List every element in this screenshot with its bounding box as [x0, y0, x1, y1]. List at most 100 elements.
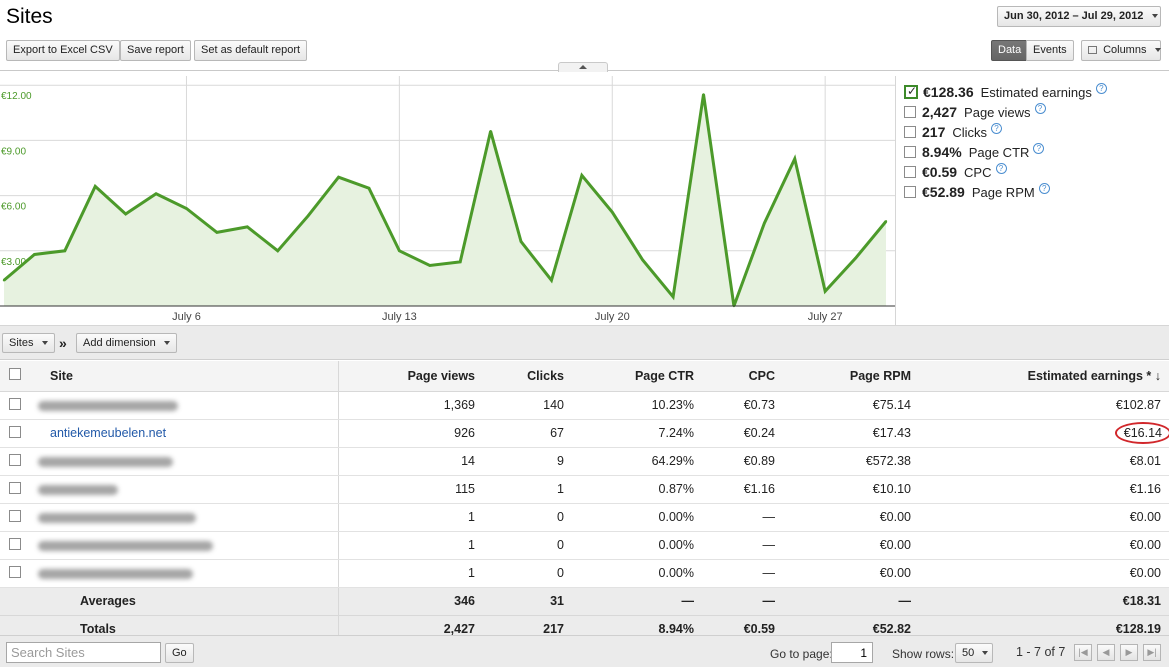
metric-label: Clicks	[952, 124, 988, 140]
earnings-area	[4, 94, 886, 307]
col-site[interactable]: Site	[35, 361, 339, 392]
page-number-input[interactable]	[831, 642, 873, 663]
sites-dimension-button[interactable]: Sites	[2, 333, 55, 353]
metric-label: CPC	[964, 164, 992, 180]
search-sites-input[interactable]	[6, 642, 161, 663]
col-page-rpm[interactable]: Page RPM	[783, 361, 919, 392]
table-cell: 115	[338, 475, 483, 504]
cell-value: 1,369	[443, 398, 475, 412]
prev-page-button[interactable]: ◀	[1097, 644, 1115, 661]
metric-label: Estimated earnings	[980, 84, 1092, 100]
help-icon[interactable]: ?	[1034, 102, 1046, 114]
data-point	[367, 187, 371, 190]
set-default-report-button[interactable]: Set as default report	[194, 40, 308, 61]
cell-value: €102.87	[1115, 398, 1161, 412]
table-cell: €0.00	[783, 559, 919, 588]
row-select-cell	[0, 531, 35, 560]
chevron-down-icon	[41, 341, 48, 346]
col-estimated-earnings[interactable]: Estimated earnings * ↓	[919, 361, 1169, 392]
rows-per-page-select[interactable]: 50	[955, 643, 993, 663]
data-view-button[interactable]: Data	[991, 40, 1029, 61]
add-dimension-button[interactable]: Add dimension	[76, 333, 177, 353]
table-cell: €17.43	[783, 419, 919, 448]
data-point	[2, 279, 6, 282]
site-cell	[35, 475, 339, 504]
cell-value: —	[762, 538, 776, 552]
help-icon[interactable]: ?	[995, 162, 1007, 174]
highlighted-value: €16.14	[1114, 422, 1169, 444]
table-cell: —	[702, 503, 783, 532]
data-point	[702, 93, 705, 96]
help-icon[interactable]: ?	[1038, 182, 1050, 194]
metric-row[interactable]: 8.94% Page CTR?	[904, 142, 1164, 162]
cell-value: 0.00%	[658, 566, 694, 580]
collapse-chart-toggle[interactable]	[558, 62, 608, 72]
col-page-views[interactable]: Page views	[338, 361, 483, 392]
col-clicks[interactable]: Clicks	[483, 361, 572, 392]
col-cpc[interactable]: CPC	[702, 361, 783, 392]
row-checkbox[interactable]	[9, 397, 21, 410]
cell-value: 67	[550, 426, 564, 440]
table-cell: 1	[338, 503, 483, 532]
cell-value: 14	[461, 454, 475, 468]
metric-checkbox[interactable]	[904, 106, 916, 118]
table-cell: 140	[483, 391, 572, 420]
summary-label: Averages	[35, 587, 339, 616]
row-checkbox[interactable]	[9, 481, 21, 494]
cell-value: 64.29%	[651, 454, 694, 468]
data-point	[63, 249, 67, 252]
row-checkbox[interactable]	[9, 537, 21, 550]
sites-table: Site Page views Clicks Page CTR CPC Page…	[0, 361, 1169, 644]
columns-button[interactable]: Columns	[1081, 40, 1161, 61]
metric-row[interactable]: 217 Clicks?	[904, 122, 1164, 142]
help-icon[interactable]: ?	[1095, 82, 1107, 94]
metric-row[interactable]: €52.89 Page RPM?	[904, 182, 1164, 202]
help-icon[interactable]: ?	[1033, 142, 1045, 154]
metric-row[interactable]: 2,427 Page views?	[904, 102, 1164, 122]
metric-label: Page CTR	[968, 144, 1030, 160]
save-report-button[interactable]: Save report	[120, 40, 191, 61]
metric-row[interactable]: €128.36 Estimated earnings?	[904, 82, 1164, 102]
search-go-button[interactable]: Go	[165, 643, 194, 663]
y-tick-label: €9.00	[1, 146, 26, 157]
row-select-cell	[0, 559, 35, 588]
metric-value: 217	[922, 124, 946, 140]
row-checkbox[interactable]	[9, 453, 21, 466]
events-view-button[interactable]: Events	[1026, 40, 1074, 61]
next-page-button[interactable]: ▶	[1120, 644, 1138, 661]
table-cell: 0	[483, 559, 572, 588]
redacted-site-name	[38, 456, 173, 467]
data-point	[306, 214, 310, 218]
export-csv-button[interactable]: Export to Excel CSV	[6, 40, 120, 61]
dimension-label: Sites	[9, 337, 34, 349]
row-select-cell	[0, 503, 35, 532]
rows-per-page-value: 50	[962, 647, 975, 659]
metric-checkbox[interactable]	[904, 186, 916, 198]
row-checkbox[interactable]	[9, 509, 21, 522]
data-point	[215, 231, 219, 234]
table-cell: 926	[338, 419, 483, 448]
metric-checkbox[interactable]	[904, 84, 918, 99]
date-range-button[interactable]: Jun 30, 2012 – Jul 29, 2012	[997, 6, 1161, 27]
select-all-checkbox[interactable]	[9, 368, 21, 381]
site-link[interactable]: antiekemeubelen.net	[50, 426, 166, 440]
table-cell: 67	[483, 419, 572, 448]
metric-value: 2,427	[922, 104, 958, 120]
cell-value: €17.43	[872, 426, 911, 440]
cell-value: €0.24	[743, 426, 775, 440]
data-point	[489, 130, 492, 133]
metric-row[interactable]: €0.59 CPC?	[904, 162, 1164, 182]
row-checkbox[interactable]	[9, 565, 21, 578]
cell-value: 140	[543, 398, 564, 412]
help-icon[interactable]: ?	[991, 122, 1003, 134]
metric-checkbox[interactable]	[904, 166, 916, 178]
first-page-button[interactable]: |◀	[1074, 644, 1092, 661]
metric-checkbox[interactable]	[904, 126, 916, 138]
row-checkbox[interactable]	[9, 425, 21, 438]
col-page-ctr[interactable]: Page CTR	[572, 361, 702, 392]
summary-cell: —	[702, 587, 783, 616]
last-page-button[interactable]: ▶|	[1143, 644, 1161, 661]
table-cell: €0.00	[919, 531, 1169, 560]
cell-value: 115	[455, 482, 475, 496]
metric-checkbox[interactable]	[904, 146, 916, 158]
